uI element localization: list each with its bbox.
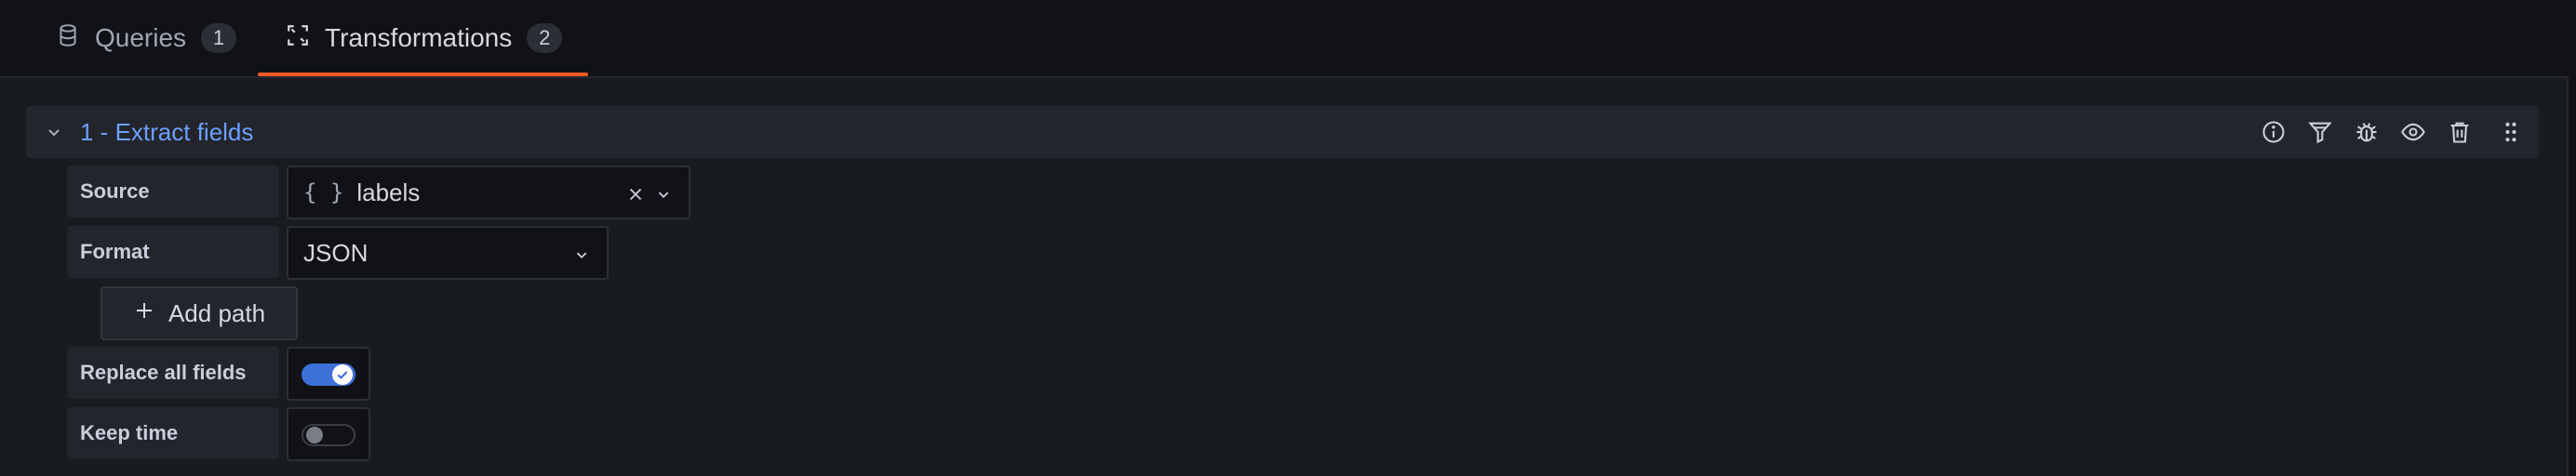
format-value: JSON [303,238,369,267]
source-select[interactable]: { } labels [287,165,691,219]
source-label: Source [67,165,279,218]
eye-icon[interactable] [2390,106,2436,158]
transformation-card-header[interactable]: 1 - Extract fields [26,106,2539,158]
tab-transformations-count: 2 [527,23,563,53]
transformations-panel: 1 - Extract fields Source {} labels For… [0,76,2569,476]
chevron-down-icon[interactable] [43,121,65,143]
format-select[interactable]: JSON [287,226,609,280]
keep-time-toggle-container [287,407,370,461]
tab-transformations[interactable]: Transformations 2 [258,0,589,76]
trash-icon[interactable] [2436,106,2483,158]
replace-all-fields-label: Replace all fields [67,347,279,399]
check-icon [337,371,348,379]
replace-all-fields-toggle-container [287,347,370,401]
header-actions [2250,106,2539,158]
drag-handle-icon[interactable] [2483,106,2539,158]
tab-queries-label: Queries [95,23,187,52]
replace-all-fields-switch[interactable] [302,364,356,386]
add-path-label: Add path [168,298,266,327]
tab-transformations-label: Transformations [325,23,513,52]
database-icon [56,23,80,54]
tab-queries-count: 1 [201,23,237,53]
format-label: Format [67,226,279,278]
editor-tab-bar: Queries 1 Transformations 2 [0,0,2576,76]
tab-queries[interactable]: Queries 1 [56,0,237,76]
plus-icon [133,299,155,328]
switch-knob [306,427,323,443]
keep-time-switch[interactable] [302,424,356,446]
debug-icon[interactable] [2343,106,2390,158]
switch-knob [332,364,353,385]
braces-icon: { } [303,179,344,205]
clear-icon[interactable] [625,182,646,203]
add-path-button[interactable]: Add path [101,286,298,340]
keep-time-label: Keep time [67,407,279,459]
transformation-title[interactable]: 1 - Extract fields [80,115,253,149]
chevron-down-icon[interactable] [571,243,592,263]
source-value: labels [356,178,421,206]
chevron-down-icon[interactable] [653,182,674,203]
transform-icon [286,23,310,54]
filter-icon[interactable] [2297,106,2343,158]
info-icon[interactable] [2250,106,2297,158]
